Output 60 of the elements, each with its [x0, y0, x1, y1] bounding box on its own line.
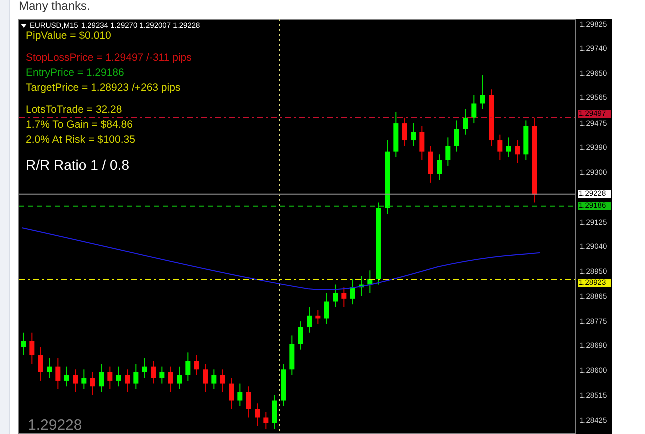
candlestick: [56, 358, 61, 390]
ratio-text: R/R Ratio 1 / 0.8: [26, 157, 130, 173]
candlestick: [168, 366, 174, 393]
candlestick: [342, 287, 347, 308]
candlestick: [480, 74, 486, 110]
candlestick: [160, 366, 165, 384]
candlestick: [151, 360, 156, 384]
candlestick: [437, 154, 442, 181]
candlestick: [177, 366, 182, 390]
candlestick: [246, 386, 252, 418]
candlestick: [350, 278, 356, 306]
candlestick: [298, 321, 304, 350]
candlestick: [38, 346, 44, 382]
candlestick: [463, 108, 468, 136]
candlestick: [64, 366, 70, 388]
candlestick: [108, 366, 113, 390]
candlestick: [324, 292, 330, 325]
indicator-text: 1.7% To Gain = $84.86: [26, 118, 134, 132]
indicator-text: EntryPrice = 1.29186: [26, 66, 126, 80]
candlestick: [229, 378, 234, 410]
dropdown-triangle-icon[interactable]: [21, 24, 27, 28]
candlestick: [333, 284, 338, 308]
candlestick: [203, 363, 208, 393]
candlestick: [73, 369, 78, 393]
candlestick: [82, 369, 87, 390]
candlestick: [125, 369, 130, 393]
candlestick: [472, 94, 477, 124]
candlestick: [21, 332, 26, 356]
indicator-text: PipValue = $0.010: [26, 29, 112, 43]
candlestick: [212, 369, 217, 390]
indicator-text: TargetPrice = 1.28923 /+263 pips: [26, 81, 182, 95]
candlestick: [506, 137, 512, 158]
indicator-text: LotsToTrade = 32.28: [26, 103, 124, 117]
candlestick: [238, 383, 243, 407]
candlestick: [116, 366, 122, 388]
candlestick: [99, 363, 104, 393]
candlestick: [498, 134, 503, 161]
candlestick: [454, 120, 460, 152]
candlestick: [90, 372, 96, 396]
forum-text: Many thanks.: [18, 0, 92, 15]
candlestick: [446, 137, 451, 166]
candlestick: [411, 123, 416, 147]
candlestick: [220, 369, 226, 393]
candlestick: [402, 117, 408, 147]
candlestick: [428, 146, 434, 184]
candlestick: [134, 363, 139, 390]
candlestick: [255, 403, 260, 427]
last-price-text: 1.29228: [28, 418, 82, 434]
candlestick: [30, 332, 35, 364]
candlestick: [142, 358, 148, 379]
indicator-text: StopLossPrice = 1.29497 /-311 pips: [26, 51, 192, 65]
candlestick: [186, 352, 191, 382]
candlestick: [307, 306, 312, 334]
indicator-text: 2.0% At Risk = $100.35: [26, 133, 136, 147]
candlestick: [515, 140, 520, 164]
candlestick: [194, 355, 200, 376]
candlestick: [420, 126, 425, 161]
candlestick: [264, 412, 269, 430]
candlestick: [47, 358, 52, 379]
candlestick: [272, 394, 278, 430]
